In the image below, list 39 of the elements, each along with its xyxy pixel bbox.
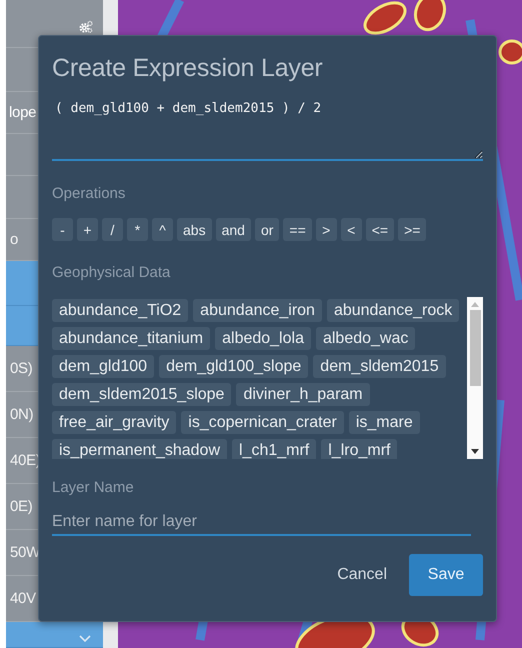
data-tag[interactable]: abundance_TiO2 [52,299,188,322]
operator-button[interactable]: + [77,218,98,241]
data-tag[interactable]: l_ch1_mrf [232,439,316,459]
data-tag[interactable]: abundance_rock [326,299,460,322]
data-tag[interactable]: albedo_lola [215,327,311,350]
data-tag[interactable]: dem_gld100_slope [159,355,308,378]
operator-button[interactable]: or [254,218,280,241]
operator-button[interactable]: <= [366,218,394,241]
save-button[interactable]: Save [409,554,483,596]
layer-name-field[interactable]: Enter name for layer [52,510,471,536]
operator-button[interactable]: abs [177,218,212,241]
data-tag[interactable]: is_mare [348,411,420,434]
data-tag[interactable]: dem_gld100 [52,355,154,378]
section-label: Operations [52,185,126,202]
data-tag[interactable]: is_copernican_crater [181,411,344,434]
data-tag[interactable]: l_lro_mrf [321,439,398,459]
operator-button[interactable]: ^ [152,218,173,241]
field-label: Layer Name [52,479,135,496]
data-tag[interactable]: dem_sldem2015_slope [52,383,232,406]
data-tag[interactable]: abundance_iron [193,299,322,322]
cancel-button[interactable]: Cancel [333,566,391,584]
dialog-title: Create Expression Layer [52,54,324,83]
data-tag[interactable]: albedo_wac [316,327,416,350]
data-tag[interactable]: is_permanent_shadow [52,439,227,459]
operator-button[interactable]: > [316,218,337,241]
data-tag[interactable]: diviner_h_param [236,383,370,406]
operator-button[interactable]: - [52,218,73,241]
section-label: Geophysical Data [52,264,172,281]
operator-button[interactable]: == [283,218,312,241]
operator-button[interactable]: < [340,218,362,241]
data-tag[interactable]: abundance_titanium [52,327,210,350]
data-tag[interactable]: dem_sldem2015 [313,355,446,378]
operator-button[interactable]: * [127,218,148,241]
sidebar-item[interactable]: lope [9,104,36,121]
expression-field[interactable]: ( dem_gld100 + dem_sldem2015 ) / 2 [52,97,483,161]
data-tag[interactable]: free_air_gravity [52,411,176,434]
operator-button[interactable]: and [216,218,251,241]
operator-button[interactable]: / [102,218,123,241]
operator-button[interactable]: >= [398,218,426,241]
